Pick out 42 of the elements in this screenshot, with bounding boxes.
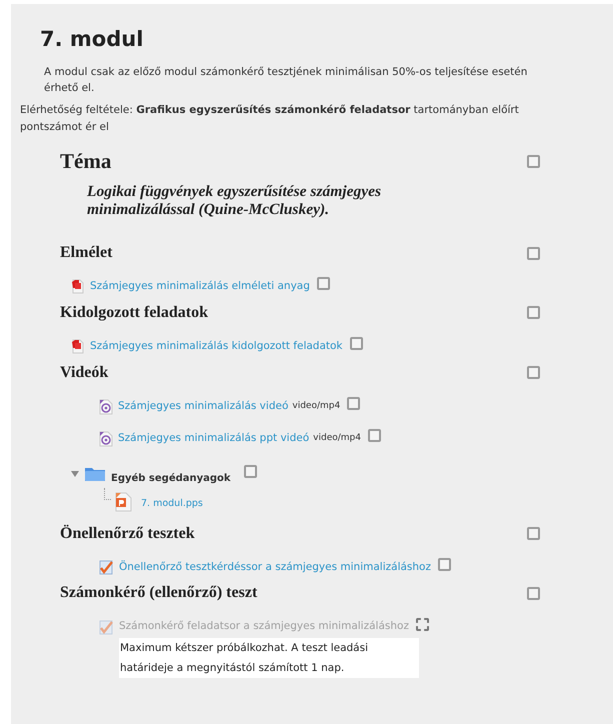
media-file-icon xyxy=(99,398,113,414)
media-file-icon xyxy=(99,430,113,446)
completion-checkbox[interactable] xyxy=(316,277,330,290)
presentation-file-icon xyxy=(113,492,133,512)
expand-arrow-icon[interactable] xyxy=(71,471,79,477)
quiz-icon xyxy=(99,560,114,575)
file-type-label: video/mp4 xyxy=(292,400,340,413)
completion-checkbox[interactable] xyxy=(527,366,540,379)
folder-name[interactable]: Egyéb segédanyagok xyxy=(111,470,231,486)
completion-checkbox[interactable] xyxy=(368,429,381,442)
pdf-file-icon xyxy=(71,279,85,294)
file-type-label: video/mp4 xyxy=(313,432,361,445)
restriction-text: A modul csak az előző modul számonkérő tesztjének minimálisan 50%-os teljesítése esetén érhető el. xyxy=(44,64,528,96)
completion-checkbox[interactable] xyxy=(438,558,451,571)
section-heading: Videók xyxy=(60,362,108,382)
activity-link[interactable]: Számjegyes minimalizálás elméleti anyag xyxy=(90,279,310,295)
activity-note: Maximum kétszer próbálkozhat. A teszt leadási határideje a megnyitástól számított 1 nap. xyxy=(119,638,419,678)
activity-link[interactable]: Számjegyes minimalizálás ppt videó xyxy=(118,430,310,446)
section-heading: Számonkérő (ellenőrző) teszt xyxy=(60,583,258,604)
module-title: 7. modul xyxy=(40,26,144,53)
completion-checkbox[interactable] xyxy=(527,527,540,540)
activity-link: Számonkérő feladatsor a számjegyes minimalizáláshoz xyxy=(119,619,409,634)
activity-link[interactable]: Számjegyes minimalizálás kidolgozott feladatok xyxy=(90,338,343,354)
folder-icon xyxy=(84,466,106,482)
file-link[interactable]: 7. modul.pps xyxy=(141,497,203,512)
activity-link[interactable]: Önellenőrző tesztkérdéssor a számjegyes minimalizáláshoz xyxy=(119,560,431,576)
completion-checkbox[interactable] xyxy=(350,337,363,350)
section-description: Logikai függvények egyszerűsítése számjegyes minimalizálással (Quine-McCluskey). xyxy=(87,183,382,219)
completion-checkbox[interactable] xyxy=(244,464,257,478)
completion-checkbox[interactable] xyxy=(527,154,540,168)
section-heading: Téma xyxy=(60,148,112,174)
section-heading: Önellenőrző tesztek xyxy=(60,524,195,544)
availability-condition: Elérhetőség feltétele: Grafikus egyszerűsítés számonkérő feladatsor tartományban előírt pontszámot ér el xyxy=(20,102,520,134)
completion-checkbox[interactable] xyxy=(347,397,360,410)
completion-checkbox[interactable] xyxy=(527,306,540,320)
section-heading: Elmélet xyxy=(60,243,112,263)
completion-checkbox[interactable] xyxy=(527,586,540,600)
activity-link[interactable]: Számjegyes minimalizálás videó xyxy=(118,398,288,414)
section-heading: Kidolgozott feladatok xyxy=(60,302,208,323)
pdf-file-icon xyxy=(71,339,85,354)
quiz-icon xyxy=(99,620,114,635)
completion-checkbox[interactable] xyxy=(527,246,540,260)
